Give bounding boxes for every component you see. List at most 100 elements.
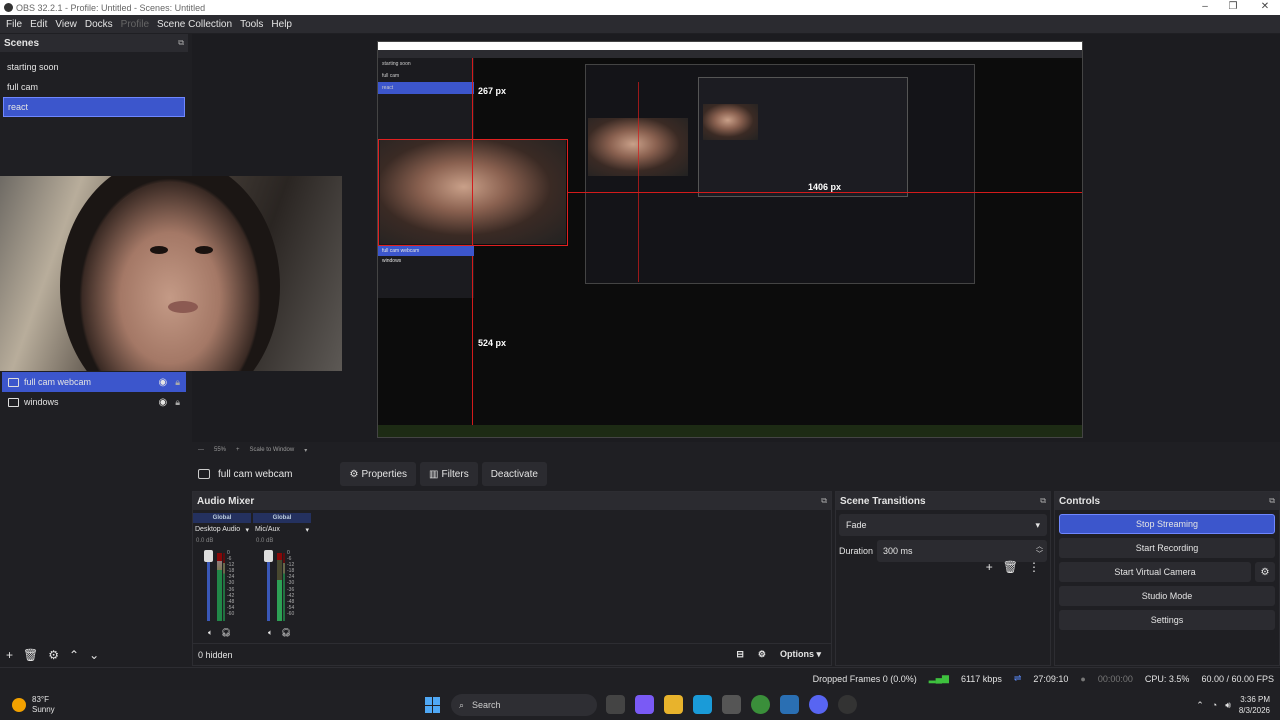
- chevron-down-icon[interactable]: ▾: [305, 526, 309, 534]
- source-item-full-cam-webcam[interactable]: full cam webcam ◉ 🔒︎: [2, 372, 186, 392]
- visibility-eye-icon[interactable]: ◉: [158, 377, 167, 388]
- close-button[interactable]: ✕: [1250, 0, 1280, 15]
- copilot-icon[interactable]: [635, 695, 654, 714]
- visibility-eye-icon[interactable]: ◉: [158, 397, 167, 408]
- gear-icon: ⚙: [349, 468, 359, 480]
- scale-mode-select[interactable]: Scale to Window: [250, 447, 295, 453]
- properties-button[interactable]: ⚙ Properties: [340, 462, 417, 486]
- stepper-icon[interactable]: ︿ ﹀: [1036, 543, 1043, 559]
- stop-streaming-button[interactable]: Stop Streaming: [1059, 514, 1275, 534]
- controls-header: Controls ⧉: [1055, 492, 1279, 510]
- settings-button[interactable]: Settings: [1059, 610, 1275, 630]
- scenes-title: Scenes: [4, 37, 40, 49]
- volume-slider-track[interactable]: [267, 553, 270, 621]
- properties-label: Properties: [361, 468, 408, 480]
- hidden-count[interactable]: 0 hidden: [198, 650, 233, 660]
- add-transition-icon[interactable]: +: [986, 560, 993, 574]
- speaker-tray-icon[interactable]: 🔊︎: [1225, 700, 1231, 711]
- scale-tick: -48: [287, 598, 295, 605]
- store-icon[interactable]: [722, 695, 741, 714]
- network-icon[interactable]: ◔: [1212, 700, 1217, 710]
- audio-mixer-footer: 0 hidden ⊟ ⚙ Options ▾: [193, 643, 831, 665]
- channel-name[interactable]: Desktop Audio ▾: [193, 526, 251, 534]
- minimize-button[interactable]: –: [1190, 0, 1220, 15]
- menu-docks[interactable]: Docks: [81, 19, 117, 30]
- start-recording-button[interactable]: Start Recording: [1059, 538, 1275, 558]
- menu-view[interactable]: View: [51, 19, 81, 30]
- dock-float-icon[interactable]: ⧉: [178, 38, 184, 48]
- sources-toolbar: + 🗑︎ ⚙ ⌃ ⌄: [0, 644, 188, 666]
- menu-tools[interactable]: Tools: [236, 19, 267, 30]
- menu-file[interactable]: File: [2, 19, 26, 30]
- scene-item-react[interactable]: react: [3, 97, 185, 117]
- menu-edit[interactable]: Edit: [26, 19, 51, 30]
- scale-tick: -60: [227, 610, 235, 617]
- clock-date: 8/3/2026: [1238, 706, 1270, 715]
- menu-profile[interactable]: Profile: [117, 19, 153, 30]
- tray-overflow-icon[interactable]: ⌃: [1196, 700, 1204, 711]
- menu-help[interactable]: Help: [267, 19, 296, 30]
- options-button[interactable]: Options ▾: [780, 649, 821, 660]
- windows-taskbar: 83°F Sunny ⌕ Search ⌃ ◔ 🔊︎ 3:36 PM 8/3/20…: [0, 690, 1280, 720]
- task-view-icon[interactable]: [606, 695, 625, 714]
- obs-icon[interactable]: [838, 695, 857, 714]
- speaker-icon[interactable]: 🔈︎: [268, 628, 273, 638]
- dock-float-icon[interactable]: ⧉: [1269, 496, 1275, 506]
- lock-icon[interactable]: 🔒︎: [175, 397, 180, 408]
- virtual-camera-settings-gear-icon[interactable]: ⚙: [1255, 562, 1275, 582]
- transition-select[interactable]: Fade ▾: [839, 514, 1047, 536]
- scenes-panel: Scenes ⧉ starting soon full cam react: [0, 34, 188, 174]
- source-selection-box[interactable]: [378, 139, 568, 246]
- menu-scene-collection[interactable]: Scene Collection: [153, 19, 236, 30]
- edge-icon[interactable]: [693, 695, 712, 714]
- move-down-icon[interactable]: ⌄: [89, 648, 99, 662]
- advanced-audio-icon[interactable]: ⚙: [758, 649, 766, 660]
- headphones-icon[interactable]: 🎧︎: [281, 628, 291, 638]
- lock-icon[interactable]: 🔒︎: [175, 377, 180, 388]
- volume-slider-handle[interactable]: [204, 550, 213, 562]
- scene-item-starting-soon[interactable]: starting soon: [3, 57, 185, 77]
- deactivate-button[interactable]: Deactivate: [481, 462, 547, 486]
- headphones-icon[interactable]: 🎧︎: [221, 628, 231, 638]
- channel-name[interactable]: Mic/Aux ▾: [253, 526, 311, 534]
- windows-start-icon[interactable]: [425, 697, 441, 713]
- preview-canvas[interactable]: starting soon full cam react 267 px 1406…: [377, 41, 1083, 438]
- start-virtual-camera-button[interactable]: Start Virtual Camera: [1059, 562, 1251, 582]
- more-options-icon[interactable]: ⋮: [1028, 560, 1040, 574]
- audio-mixer-title: Audio Mixer: [197, 495, 255, 507]
- discord-icon[interactable]: [809, 695, 828, 714]
- add-source-icon[interactable]: +: [6, 648, 13, 662]
- studio-mode-button[interactable]: Studio Mode: [1059, 586, 1275, 606]
- source-item-windows[interactable]: windows ◉ 🔒︎: [2, 392, 186, 412]
- dock-float-icon[interactable]: ⧉: [821, 496, 827, 506]
- obs-logo-icon: [4, 3, 13, 12]
- maximize-button[interactable]: ❐: [1218, 0, 1248, 15]
- nested-scene-item: react: [378, 82, 474, 94]
- scene-item-full-cam[interactable]: full cam: [3, 77, 185, 97]
- layout-toggle-icon[interactable]: ⊟: [736, 649, 744, 660]
- dock-float-icon[interactable]: ⧉: [1040, 496, 1046, 506]
- photos-icon[interactable]: [780, 695, 799, 714]
- filters-button[interactable]: ▥ Filters: [420, 462, 478, 486]
- chevron-down-icon[interactable]: ▾: [304, 447, 307, 454]
- zoom-in-icon[interactable]: +: [236, 447, 240, 453]
- remove-source-icon[interactable]: 🗑︎: [23, 648, 38, 662]
- speaker-icon[interactable]: 🔈︎: [208, 628, 213, 638]
- file-explorer-icon[interactable]: [664, 695, 683, 714]
- record-time: 00:00:00: [1097, 673, 1133, 684]
- weather-widget[interactable]: 83°F Sunny: [12, 695, 55, 715]
- duration-input[interactable]: 300 ms ︿ ﹀: [877, 540, 1047, 562]
- move-up-icon[interactable]: ⌃: [69, 648, 79, 662]
- chevron-down-icon[interactable]: ▾: [245, 526, 249, 534]
- zoom-out-icon[interactable]: —: [198, 447, 204, 453]
- clock[interactable]: 3:36 PM 8/3/2026: [1239, 694, 1270, 716]
- menu-bar: File Edit View Docks Profile Scene Colle…: [0, 15, 1280, 33]
- cpu-usage: CPU: 3.5%: [1144, 673, 1190, 684]
- source-label: full cam webcam: [24, 377, 92, 387]
- chrome-icon[interactable]: [751, 695, 770, 714]
- taskbar-search-box[interactable]: ⌕ Search: [451, 694, 597, 716]
- source-settings-gear-icon[interactable]: ⚙: [48, 648, 59, 662]
- volume-slider-handle[interactable]: [264, 550, 273, 562]
- volume-slider-track[interactable]: [207, 553, 210, 621]
- remove-transition-icon[interactable]: 🗑︎: [1003, 560, 1018, 574]
